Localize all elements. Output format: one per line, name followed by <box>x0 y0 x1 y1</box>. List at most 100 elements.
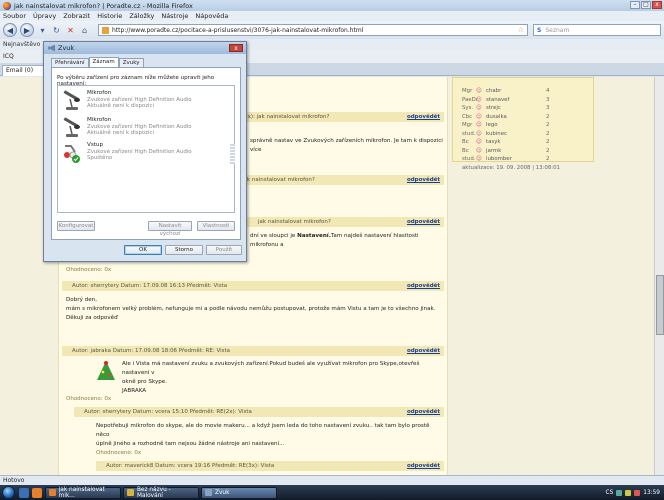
user-link[interactable]: stanavef <box>486 97 546 103</box>
bookmark-star-icon[interactable]: ☆ <box>518 26 524 34</box>
firefox-icon <box>49 489 56 496</box>
post-text: Nepotřebuji mikrofon do skype, ale do mo… <box>96 423 430 447</box>
reload-icon[interactable]: ↻ <box>51 25 62 36</box>
tab-recording[interactable]: Záznam <box>88 57 119 67</box>
dropdown-icon[interactable]: ▾ <box>37 25 48 36</box>
home-icon[interactable]: ⌂ <box>79 25 90 36</box>
top-users-table: Mgr ☺ chabr 4 PaeDr ☺ stanavef 3 Sys. ☺ strejc 3 … <box>462 87 560 172</box>
menu-zobrazit[interactable]: Zobrazit <box>63 12 90 20</box>
dialog-close-icon[interactable]: x <box>229 44 243 52</box>
post-header: Autor: sherrytery Datum: vcera 15:10 Pře… <box>74 407 444 417</box>
firefox-quicklaunch-icon[interactable] <box>32 487 42 498</box>
device-item[interactable]: Mikrofon Zvukové zařízení High Definitio… <box>61 117 221 141</box>
reply-link[interactable]: odpovědět <box>407 175 440 185</box>
device-state: Spuštěno <box>87 155 113 161</box>
avatar <box>95 360 117 382</box>
back-icon[interactable]: ◀ <box>3 23 17 37</box>
search-placeholder: Seznam <box>545 26 570 34</box>
menu-napoveda[interactable]: Nápověda <box>195 12 228 20</box>
user-link[interactable]: lubomber <box>486 156 546 162</box>
user-row: Sys. ☺ strejc 3 <box>462 105 550 112</box>
menu-nastroje[interactable]: Nástroje <box>161 12 188 20</box>
properties-button[interactable]: Vlastnosti <box>197 221 235 231</box>
post-text: správně nastav ve Zvukových zařízeních m… <box>250 138 443 153</box>
clock: 13:59 <box>643 489 660 496</box>
sound-dialog: Zvuk x Přehrávání Záznam Zvuky Po výběru… <box>43 41 247 262</box>
url-bar[interactable]: http://www.poradte.cz/pocitace-a-prislus… <box>98 24 528 36</box>
cancel-button[interactable]: Storno <box>165 245 203 255</box>
start-button[interactable] <box>2 486 15 499</box>
volume-icon[interactable] <box>625 489 632 496</box>
device-name: Mikrofon <box>87 90 112 96</box>
menu-historie[interactable]: Historie <box>97 12 122 20</box>
taskbar-paint[interactable]: Bez názvu - Malování <box>123 486 199 499</box>
tab-playback[interactable]: Přehrávání <box>51 58 89 67</box>
user-row: Cbc ☺ dusalka 2 <box>462 113 550 120</box>
speaker-icon <box>48 44 55 52</box>
tab-email[interactable]: Email (0) <box>2 65 44 76</box>
taskbar-sound[interactable]: Zvuk <box>201 486 277 499</box>
window-controls: – □ x <box>630 1 662 9</box>
user-row: stud. ☺ kubinec 2 <box>462 130 550 137</box>
show-desktop-icon[interactable] <box>19 487 29 498</box>
browser-titlebar: jak nainstalovat mikrofon? | Poradte.cz … <box>0 0 664 11</box>
network-icon[interactable] <box>616 489 623 496</box>
device-name: Vstup <box>87 142 104 148</box>
user-link[interactable]: lego <box>486 122 546 128</box>
configure-button[interactable]: Konfigurovat <box>57 221 95 231</box>
taskbar-firefox[interactable]: jak nainstalovat mik... <box>45 486 121 499</box>
maximize-icon[interactable]: □ <box>641 1 651 9</box>
reply-link[interactable]: odpovědět <box>407 281 440 291</box>
reply-link[interactable]: odpovědět <box>407 407 440 417</box>
device-state: Aktuálně není k dispozici <box>87 130 155 136</box>
stop-icon[interactable]: ✕ <box>65 25 76 36</box>
post-header: Autor: maverick8 Datum: vcera 19:16 Před… <box>96 461 444 471</box>
user-link[interactable]: strejc <box>486 105 546 111</box>
close-icon[interactable]: x <box>652 1 662 9</box>
reply-link[interactable]: odpovědět <box>407 346 440 356</box>
reply-link[interactable]: odpovědět <box>407 112 440 122</box>
reply-link[interactable]: odpovědět <box>407 217 440 227</box>
icq-toolbar-item[interactable]: ICQ <box>3 53 14 60</box>
tab-sounds[interactable]: Zvuky <box>118 58 144 67</box>
page-scrollbar[interactable] <box>654 77 664 475</box>
device-list[interactable]: Mikrofon Zvukové zařízení High Definitio… <box>57 85 235 213</box>
menu-upravy[interactable]: Úpravy <box>33 12 56 20</box>
post-header: Autor: sherrytery Datum: 17.09.08 16:13 … <box>62 281 444 291</box>
bookmark-most-visited[interactable]: Nejnavštěvo <box>3 41 40 48</box>
user-link[interactable]: kubinec <box>486 131 546 137</box>
browser-title: jak nainstalovat mikrofon? | Poradte.cz … <box>14 1 193 10</box>
recording-panel: Po výběru zařízení pro záznam níže můžet… <box>51 67 241 240</box>
security-icon[interactable] <box>634 489 641 496</box>
search-input[interactable]: S Seznam <box>533 24 661 36</box>
user-row: PaeDr ☺ stanavef 3 <box>462 96 550 103</box>
user-link[interactable]: chabr <box>486 88 546 94</box>
language-indicator[interactable]: CS <box>606 490 614 496</box>
reply-link[interactable]: odpovědět <box>407 461 440 471</box>
user-link[interactable]: jarmk <box>486 148 546 154</box>
device-item[interactable]: Vstup Zvukové zařízení High Definition A… <box>61 142 221 166</box>
speaker-icon <box>205 489 212 496</box>
ok-button[interactable]: OK <box>124 245 162 255</box>
rating: Ohodnoceno: 0x <box>66 267 112 273</box>
user-link[interactable]: tasyk <box>486 139 546 145</box>
scrollbar-thumb[interactable] <box>656 275 664 335</box>
minimize-icon[interactable]: – <box>630 1 640 9</box>
user-link[interactable]: dusalka <box>486 114 546 120</box>
search-engine-icon[interactable]: S <box>537 27 541 34</box>
user-row: Mgr ☺ lego 2 <box>462 122 550 129</box>
menu-zalozky[interactable]: Záložky <box>129 12 154 20</box>
menu-soubor[interactable]: Soubor <box>3 12 26 20</box>
forward-icon[interactable]: ▶ <box>20 23 34 37</box>
set-default-button[interactable]: Nastavit výchozí <box>148 221 192 237</box>
line-in-icon <box>64 145 80 163</box>
rating: Ohodnoceno: 0x <box>66 396 112 402</box>
system-tray: CS 13:59 <box>606 485 664 500</box>
user-row: Bc ☺ jarmk 2 <box>462 147 550 154</box>
dialog-title: Zvuk <box>58 44 75 52</box>
firefox-icon <box>3 1 11 10</box>
apply-button[interactable]: Použít <box>206 245 242 255</box>
device-name: Mikrofon <box>87 117 112 123</box>
device-item[interactable]: Mikrofon Zvukové zařízení High Definitio… <box>61 90 221 114</box>
paint-icon <box>127 489 134 496</box>
